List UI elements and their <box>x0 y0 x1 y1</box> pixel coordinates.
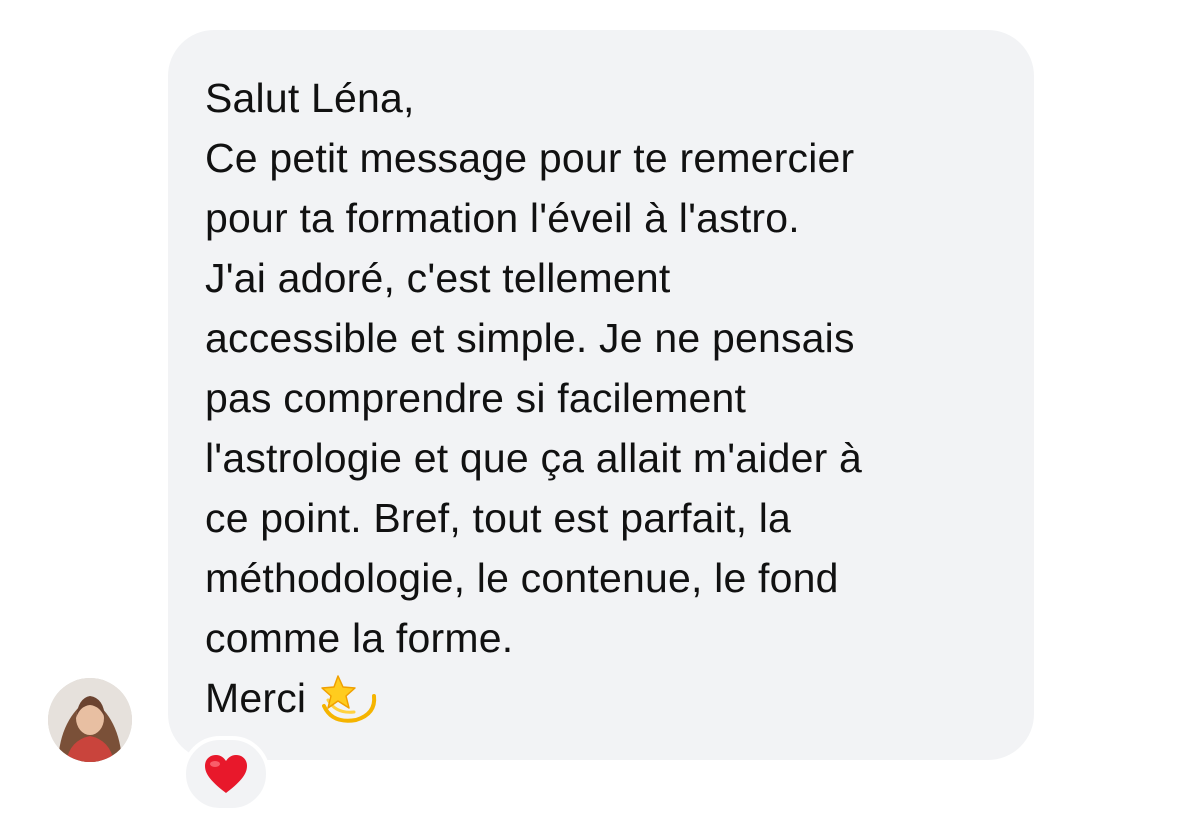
avatar[interactable] <box>48 678 132 762</box>
message-line: méthodologie, le contenue, le fond <box>205 555 839 601</box>
message-line: Salut Léna, <box>205 75 415 121</box>
message-bubble[interactable]: Salut Léna, Ce petit message pour te rem… <box>168 30 1034 760</box>
message-line: l'astrologie et que ça allait m'aider à <box>205 435 863 481</box>
message-line: accessible et simple. Je ne pensais <box>205 315 855 361</box>
message-line: ce point. Bref, tout est parfait, la <box>205 495 792 541</box>
message-line: Ce petit message pour te remercier <box>205 135 855 181</box>
avatar-photo <box>48 678 132 762</box>
dizzy-star-icon <box>321 675 377 723</box>
message-line: pas comprendre si facilement <box>205 375 747 421</box>
reaction-badge[interactable] <box>182 736 270 812</box>
message-line: comme la forme. <box>205 615 514 661</box>
message-line: J'ai adoré, c'est tellement <box>205 255 671 301</box>
message-line: pour ta formation l'éveil à l'astro. <box>205 195 800 241</box>
message-line-last: Merci <box>205 668 1004 728</box>
red-heart-icon <box>205 755 247 793</box>
merci-text: Merci <box>205 675 307 721</box>
